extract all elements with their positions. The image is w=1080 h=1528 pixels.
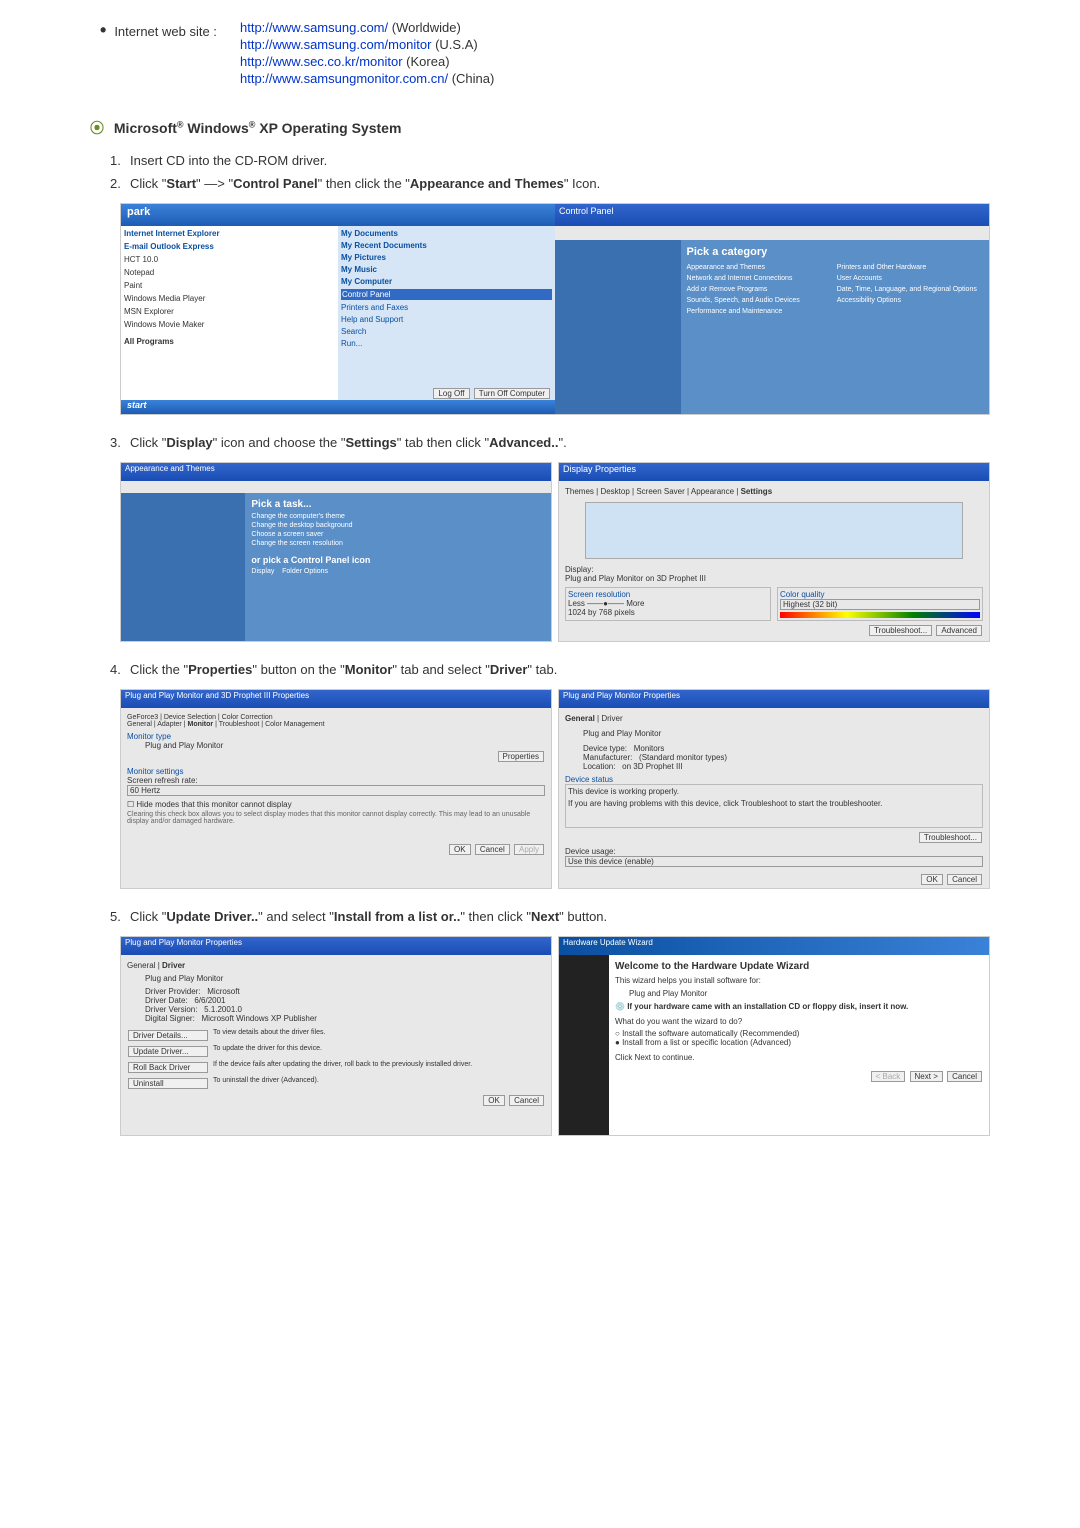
section-heading: Microsoft® Windows® XP Operating System bbox=[90, 118, 990, 138]
start-menu-user: park bbox=[121, 204, 555, 226]
monitor-general-mock: Plug and Play Monitor Properties General… bbox=[558, 689, 990, 889]
step-1: 1. Insert CD into the CD-ROM driver. bbox=[110, 153, 990, 168]
step-3: 3. Click "Display" icon and choose the "… bbox=[110, 435, 990, 450]
link-korea[interactable]: http://www.sec.co.kr/monitor bbox=[240, 54, 403, 69]
display-properties-mock: Display Properties Themes | Desktop | Sc… bbox=[558, 462, 990, 642]
step-number: 5. bbox=[110, 909, 130, 924]
step-number: 1. bbox=[110, 153, 130, 168]
step-4: 4. Click the "Properties" button on the … bbox=[110, 662, 990, 677]
screenshot-step5: Plug and Play Monitor Properties General… bbox=[120, 936, 990, 1136]
step-text: Click "Update Driver.." and select "Inst… bbox=[130, 909, 990, 924]
internet-links-row: • Internet web site : http://www.samsung.… bbox=[90, 20, 990, 88]
links-column: http://www.samsung.com/ (Worldwide) http… bbox=[240, 20, 494, 88]
link-note: (Worldwide) bbox=[388, 20, 461, 35]
internet-label-text: Internet web site : bbox=[114, 24, 217, 39]
screenshot-step3: Appearance and Themes Pick a task... Cha… bbox=[120, 462, 990, 642]
step-text: Click "Start" —> "Control Panel" then cl… bbox=[130, 176, 990, 191]
screenshot-step2: park Internet Internet Explorer E-mail O… bbox=[120, 203, 990, 415]
step-text: Click the "Properties" button on the "Mo… bbox=[130, 662, 990, 677]
step-5: 5. Click "Update Driver.." and select "I… bbox=[110, 909, 990, 924]
appearance-themes-mock: Appearance and Themes Pick a task... Cha… bbox=[120, 462, 552, 642]
start-menu-mock: park Internet Internet Explorer E-mail O… bbox=[121, 204, 555, 414]
link-usa[interactable]: http://www.samsung.com/monitor bbox=[240, 37, 431, 52]
bullet-icon: • bbox=[100, 20, 106, 40]
step-number: 3. bbox=[110, 435, 130, 450]
link-note: (U.S.A) bbox=[431, 37, 477, 52]
control-panel-mock: Control Panel Pick a category Appearance… bbox=[555, 204, 989, 414]
link-worldwide[interactable]: http://www.samsung.com/ bbox=[240, 20, 388, 35]
taskbar-start: start bbox=[121, 400, 555, 414]
step-text: Insert CD into the CD-ROM driver. bbox=[130, 153, 990, 168]
step-2: 2. Click "Start" —> "Control Panel" then… bbox=[110, 176, 990, 191]
monitor-tab-mock: Plug and Play Monitor and 3D Prophet III… bbox=[120, 689, 552, 889]
step-number: 2. bbox=[110, 176, 130, 191]
screenshot-step4: Plug and Play Monitor and 3D Prophet III… bbox=[120, 689, 990, 889]
link-china[interactable]: http://www.samsungmonitor.com.cn/ bbox=[240, 71, 448, 86]
driver-tab-mock: Plug and Play Monitor Properties General… bbox=[120, 936, 552, 1136]
internet-label: • Internet web site : bbox=[90, 20, 240, 88]
link-note: (China) bbox=[448, 71, 494, 86]
step-number: 4. bbox=[110, 662, 130, 677]
step-text: Click "Display" icon and choose the "Set… bbox=[130, 435, 990, 450]
steps-list: 1. Insert CD into the CD-ROM driver. 2. … bbox=[90, 153, 990, 191]
hardware-wizard-mock: Hardware Update Wizard Welcome to the Ha… bbox=[558, 936, 990, 1136]
link-note: (Korea) bbox=[403, 54, 450, 69]
